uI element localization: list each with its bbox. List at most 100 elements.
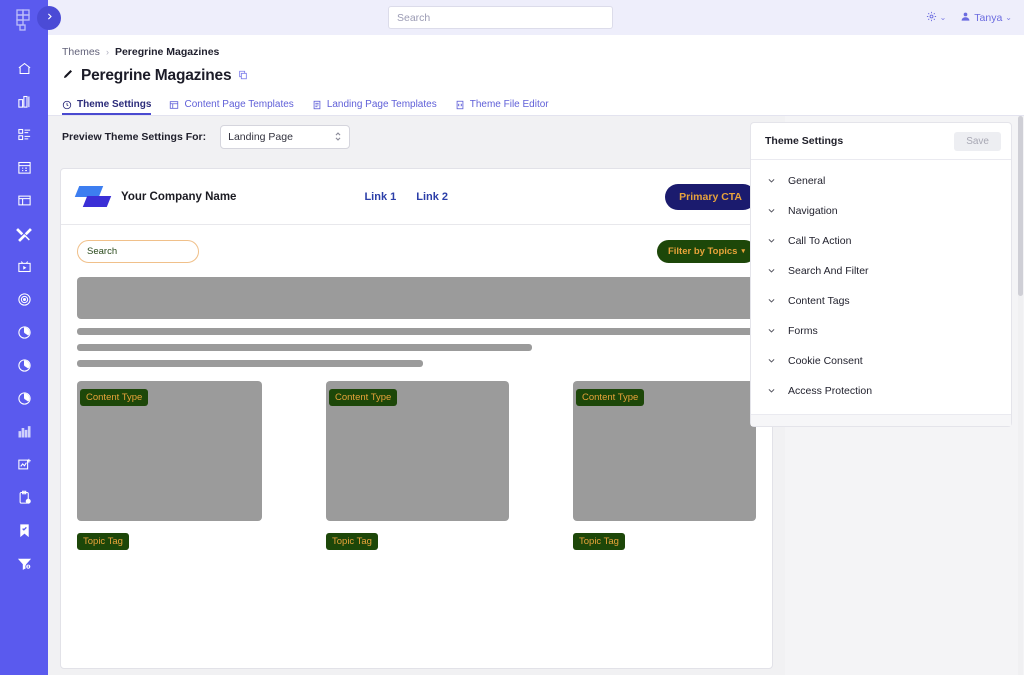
rail-item-tools[interactable] bbox=[0, 217, 48, 250]
settings-section-cookie-consent[interactable]: Cookie Consent bbox=[751, 346, 1011, 376]
topic-tag: Topic Tag bbox=[326, 533, 378, 550]
rail-item-calendar[interactable] bbox=[0, 151, 48, 184]
tab-label: Theme Settings bbox=[77, 99, 151, 110]
chevron-down-icon bbox=[767, 296, 776, 307]
person-icon bbox=[960, 11, 971, 25]
user-menu-button[interactable]: Tanya ⌄ bbox=[960, 11, 1012, 25]
settings-section-navigation[interactable]: Navigation bbox=[751, 196, 1011, 226]
tools-icon bbox=[16, 226, 32, 242]
rail-item-bookmarks[interactable] bbox=[0, 514, 48, 547]
rail-item-tasks[interactable] bbox=[0, 481, 48, 514]
content-area: Preview Theme Settings For: Landing Page bbox=[48, 116, 1024, 675]
rail-item-targets[interactable] bbox=[0, 283, 48, 316]
settings-menu-button[interactable]: ⌄ bbox=[926, 11, 947, 25]
rail-item-home[interactable] bbox=[0, 52, 48, 85]
copy-icon[interactable] bbox=[238, 70, 248, 83]
left-nav-rail bbox=[0, 0, 48, 675]
settings-section-label: Search And Filter bbox=[788, 265, 869, 277]
page-title-row: Peregrine Magazines bbox=[48, 58, 1024, 85]
preview-toolbar-label: Preview Theme Settings For: bbox=[62, 131, 206, 143]
preview-type-select[interactable]: Landing Page bbox=[220, 125, 350, 149]
updown-chevrons-icon bbox=[334, 131, 342, 144]
theme-settings-panel: Theme Settings Save General bbox=[750, 122, 1012, 427]
save-button[interactable]: Save bbox=[954, 132, 1001, 151]
top-bar: Search ⌄ Tanya ⌄ bbox=[48, 0, 1024, 35]
bookmark-check-icon bbox=[17, 523, 32, 538]
settings-section-label: Access Protection bbox=[788, 385, 872, 397]
preview-skeleton-block bbox=[61, 277, 772, 367]
rail-item-video[interactable] bbox=[0, 250, 48, 283]
settings-section-search-and-filter[interactable]: Search And Filter bbox=[751, 256, 1011, 286]
home-icon bbox=[17, 61, 32, 76]
chevron-down-icon bbox=[767, 236, 776, 247]
preview-search-filter-row: Search Filter by Topics ▾ bbox=[61, 225, 772, 277]
calendar-icon bbox=[17, 160, 32, 175]
preview-card[interactable]: Content Type Topic Tag bbox=[77, 381, 262, 550]
tab-theme-file-editor[interactable]: Theme File Editor bbox=[455, 99, 549, 115]
global-search-input[interactable]: Search bbox=[388, 6, 613, 29]
layout-icon bbox=[169, 100, 179, 110]
nav-link-2[interactable]: Link 2 bbox=[416, 191, 448, 203]
chevron-down-icon bbox=[767, 386, 776, 397]
page-scrollbar-thumb[interactable] bbox=[1018, 116, 1023, 296]
rail-item-pages[interactable] bbox=[0, 184, 48, 217]
rail-item-analytics[interactable] bbox=[0, 415, 48, 448]
settings-chevron-icon: ⌄ bbox=[940, 13, 947, 22]
hero-placeholder bbox=[77, 277, 756, 319]
rail-item-dashboards[interactable] bbox=[0, 85, 48, 118]
rail-item-list bbox=[0, 52, 48, 580]
page-title: Peregrine Magazines bbox=[81, 67, 231, 85]
rail-item-reports-2[interactable] bbox=[0, 349, 48, 382]
rail-item-filters[interactable] bbox=[0, 547, 48, 580]
sidebar-collapse-toggle[interactable] bbox=[37, 6, 61, 30]
breadcrumb: Themes › Peregrine Magazines bbox=[48, 35, 1024, 58]
theme-settings-title: Theme Settings bbox=[765, 135, 843, 147]
text-placeholder-line bbox=[77, 328, 756, 335]
window-icon bbox=[17, 193, 32, 208]
tab-content-page-templates[interactable]: Content Page Templates bbox=[169, 99, 293, 115]
settings-section-content-tags[interactable]: Content Tags bbox=[751, 286, 1011, 316]
filter-by-topics-button[interactable]: Filter by Topics ▾ bbox=[657, 240, 756, 263]
grid-list-icon bbox=[17, 127, 32, 142]
video-icon bbox=[17, 259, 32, 274]
add-report-icon bbox=[17, 457, 32, 472]
content-type-badge: Content Type bbox=[576, 389, 644, 406]
company-logo-icon bbox=[77, 184, 111, 210]
main-area: Search ⌄ Tanya ⌄ bbox=[48, 0, 1024, 675]
tab-theme-settings[interactable]: Theme Settings bbox=[62, 99, 151, 115]
target-icon bbox=[17, 292, 32, 307]
chevron-right-icon bbox=[45, 12, 54, 24]
pie-chart-icon bbox=[17, 358, 32, 373]
pie-chart-icon bbox=[17, 391, 32, 406]
settings-section-general[interactable]: General bbox=[751, 166, 1011, 196]
preview-type-value: Landing Page bbox=[228, 131, 293, 143]
breadcrumb-parent[interactable]: Themes bbox=[62, 46, 100, 58]
analytics-icon bbox=[17, 424, 32, 439]
settings-section-call-to-action[interactable]: Call To Action bbox=[751, 226, 1011, 256]
rail-item-reports-3[interactable] bbox=[0, 382, 48, 415]
rail-item-content[interactable] bbox=[0, 118, 48, 151]
preview-search-input[interactable]: Search bbox=[77, 240, 199, 263]
panel-footer bbox=[751, 414, 1011, 426]
chevron-down-icon bbox=[767, 326, 776, 337]
preview-card[interactable]: Content Type Topic Tag bbox=[326, 381, 509, 550]
nav-link-1[interactable]: Link 1 bbox=[364, 191, 396, 203]
gear-icon bbox=[926, 11, 937, 25]
tab-label: Content Page Templates bbox=[184, 99, 293, 110]
settings-section-access-protection[interactable]: Access Protection bbox=[751, 376, 1011, 406]
app-window: Search ⌄ Tanya ⌄ bbox=[0, 0, 1024, 675]
primary-cta-button[interactable]: Primary CTA bbox=[665, 184, 756, 210]
pie-chart-icon bbox=[17, 325, 32, 340]
preview-card[interactable]: Content Type Topic Tag bbox=[573, 381, 756, 550]
settings-section-label: Call To Action bbox=[788, 235, 851, 247]
tab-landing-page-templates[interactable]: Landing Page Templates bbox=[312, 99, 437, 115]
file-code-icon bbox=[455, 100, 465, 110]
page-scrollbar[interactable] bbox=[1018, 116, 1023, 675]
company-name-label: Your Company Name bbox=[121, 191, 236, 203]
pencil-icon[interactable] bbox=[62, 68, 74, 83]
top-bar-right: ⌄ Tanya ⌄ bbox=[926, 0, 1012, 35]
settings-section-forms[interactable]: Forms bbox=[751, 316, 1011, 346]
rail-item-reports-1[interactable] bbox=[0, 316, 48, 349]
content-type-badge: Content Type bbox=[80, 389, 148, 406]
rail-item-add-report[interactable] bbox=[0, 448, 48, 481]
